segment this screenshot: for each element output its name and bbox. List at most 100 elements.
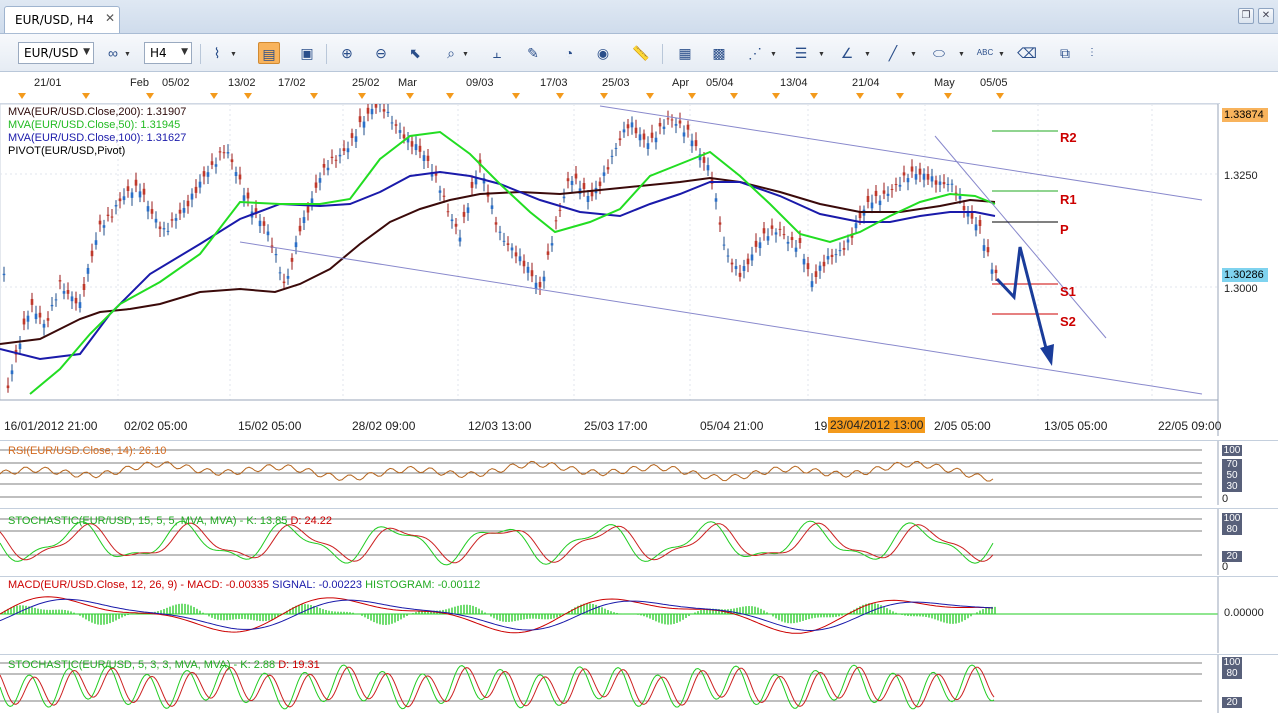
timeframe-select[interactable]: H4 ▼ xyxy=(144,42,192,64)
candle-chart-icon[interactable]: ▤ xyxy=(258,42,280,64)
restore-icon[interactable]: ❐ xyxy=(1238,8,1254,24)
date-marker-icon[interactable] xyxy=(210,93,218,99)
magnet-icon[interactable]: ◔ xyxy=(558,42,580,64)
macd-pane[interactable]: MACD(EUR/USD.Close, 12, 26, 9) - MACD: -… xyxy=(0,576,1278,653)
candle-body xyxy=(566,178,570,182)
chevron-down-icon[interactable]: ▼ xyxy=(910,51,917,58)
macd-signal: SIGNAL: -0.00223 xyxy=(272,579,362,591)
candle-body xyxy=(526,266,530,273)
price-pane[interactable]: MVA(EUR/USD.Close,200): 1.31907 MVA(EUR/… xyxy=(0,104,1278,436)
candle-body xyxy=(134,179,138,186)
date-label: 21/04 xyxy=(852,77,880,89)
candle-body xyxy=(618,138,622,141)
candle-body xyxy=(654,137,658,143)
symbol-select[interactable]: EUR/USD ▼ xyxy=(18,42,94,64)
date-marker-icon[interactable] xyxy=(996,93,1004,99)
fibonacci-icon[interactable]: ⋰ xyxy=(744,42,766,64)
text-abc-icon[interactable]: ABC xyxy=(974,42,996,64)
price-tick: 1.3000 xyxy=(1224,283,1258,295)
chevron-down-icon[interactable]: ▼ xyxy=(818,51,825,58)
chart-tab[interactable]: EUR/USD, H4 ✕ xyxy=(4,6,120,33)
legend-mva100: MVA(EUR/USD.Close,100): 1.31627 xyxy=(8,132,187,144)
rsi-pane[interactable]: RSI(EUR/USD.Close, 14): 26.10 100 70 50 … xyxy=(0,440,1278,505)
date-marker-icon[interactable] xyxy=(146,93,154,99)
date-marker-icon[interactable] xyxy=(18,93,26,99)
date-marker-icon[interactable] xyxy=(310,93,318,99)
chevron-down-icon[interactable]: ▼ xyxy=(998,51,1005,58)
stochastic-pane-1[interactable]: STOCHASTIC(EUR/USD, 15, 5, 5, MVA, MVA) … xyxy=(0,508,1278,575)
rsi-chart[interactable] xyxy=(0,441,1278,505)
eraser-icon[interactable]: ⌫ xyxy=(1016,42,1038,64)
date-label: 25/03 xyxy=(602,77,630,89)
candle-body xyxy=(674,124,678,126)
rsi-tick: 100 xyxy=(1222,445,1242,456)
pen-icon[interactable]: ∠ xyxy=(836,42,858,64)
edit-icon[interactable]: ✎ xyxy=(522,42,544,64)
candle-body xyxy=(42,323,46,328)
candle-body xyxy=(94,240,98,245)
candle-body xyxy=(306,206,310,213)
date-label: 17/03 xyxy=(540,77,568,89)
price-chart[interactable] xyxy=(0,104,1278,436)
date-marker-icon[interactable] xyxy=(772,93,780,99)
zoom-out-icon[interactable]: ⊖ xyxy=(370,42,392,64)
close-icon[interactable]: ✕ xyxy=(103,11,117,25)
date-marker-icon[interactable] xyxy=(688,93,696,99)
date-marker-icon[interactable] xyxy=(856,93,864,99)
date-marker-icon[interactable] xyxy=(82,93,90,99)
date-marker-icon[interactable] xyxy=(600,93,608,99)
chevron-down-icon[interactable]: ▼ xyxy=(230,51,237,58)
date-marker-icon[interactable] xyxy=(358,93,366,99)
date-marker-icon[interactable] xyxy=(244,93,252,99)
chevron-down-icon[interactable]: ▼ xyxy=(124,51,131,58)
lines-icon[interactable]: ☰ xyxy=(790,42,812,64)
line-chart-icon[interactable]: ⌇ xyxy=(206,42,228,64)
stochastic-pane-2[interactable]: STOCHASTIC(EUR/USD, 5, 3, 3, MVA, MVA) -… xyxy=(0,654,1278,713)
objects-tree-icon[interactable]: ⧉ xyxy=(1054,42,1076,64)
date-marker-icon[interactable] xyxy=(512,93,520,99)
chevron-down-icon[interactable]: ▼ xyxy=(462,51,469,58)
candle-body xyxy=(706,165,710,171)
candle-body xyxy=(634,127,638,134)
crosshair-icon[interactable]: ⌕ xyxy=(440,42,462,64)
date-marker-icon[interactable] xyxy=(646,93,654,99)
candle-body xyxy=(366,107,370,114)
candle-body xyxy=(750,254,754,261)
image-icon[interactable]: ▦ xyxy=(674,42,696,64)
date-marker-icon[interactable] xyxy=(406,93,414,99)
candle-body xyxy=(398,130,402,133)
stoch2-tick: 80 xyxy=(1222,668,1242,679)
date-marker-icon[interactable] xyxy=(730,93,738,99)
candle-body xyxy=(942,182,946,185)
ellipse-icon[interactable]: ⬭ xyxy=(928,42,950,64)
date-marker-icon[interactable] xyxy=(556,93,564,99)
date-label: 21/01 xyxy=(34,77,62,89)
candle-body xyxy=(582,183,586,189)
candle-body xyxy=(882,190,886,194)
price-high-tag: 1.33874 xyxy=(1222,108,1268,122)
candle-body xyxy=(746,258,750,265)
date-marker-icon[interactable] xyxy=(896,93,904,99)
cursor-icon[interactable]: ⬉ xyxy=(404,42,426,64)
template-icon[interactable]: ▩ xyxy=(708,42,730,64)
date-marker-icon[interactable] xyxy=(446,93,454,99)
text-tool-icon[interactable]: ⫠ xyxy=(486,42,508,64)
candle-body xyxy=(498,231,502,233)
chevron-down-icon[interactable]: ▼ xyxy=(770,51,777,58)
bar-chart-icon[interactable]: ▣ xyxy=(296,42,318,64)
compare-icon[interactable]: ∞ xyxy=(104,42,122,64)
close-window-icon[interactable]: ✕ xyxy=(1258,8,1274,24)
ruler-icon[interactable]: 📏 xyxy=(630,42,652,64)
candle-body xyxy=(798,238,802,244)
candle-body xyxy=(78,302,82,309)
toolbar-overflow-icon[interactable]: ⋮ xyxy=(1086,42,1098,64)
chevron-down-icon[interactable]: ▼ xyxy=(958,51,965,58)
brush-icon[interactable]: ╱ xyxy=(882,42,904,64)
zoom-in-icon[interactable]: ⊕ xyxy=(336,42,358,64)
date-marker-icon[interactable] xyxy=(944,93,952,99)
date-marker-icon[interactable] xyxy=(810,93,818,99)
candle-body xyxy=(474,178,478,185)
chevron-down-icon[interactable]: ▼ xyxy=(864,51,871,58)
candle-body xyxy=(446,211,450,213)
globe-icon[interactable]: ◉ xyxy=(592,42,614,64)
